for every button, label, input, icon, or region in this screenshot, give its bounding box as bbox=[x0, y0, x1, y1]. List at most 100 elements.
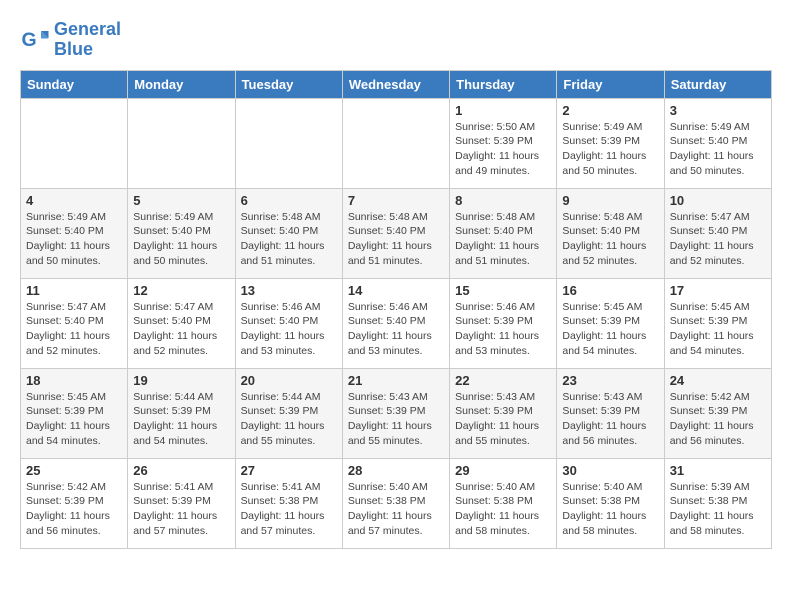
calendar-cell: 6 Sunrise: 5:48 AM Sunset: 5:40 PM Daylig… bbox=[235, 188, 342, 278]
day-number: 30 bbox=[562, 463, 658, 478]
calendar-cell: 26 Sunrise: 5:41 AM Sunset: 5:39 PM Dayli… bbox=[128, 458, 235, 548]
day-number: 21 bbox=[348, 373, 444, 388]
day-info: Sunrise: 5:48 AM Sunset: 5:40 PM Dayligh… bbox=[562, 210, 658, 269]
calendar-cell: 27Sunrise: 5:41 AM Sunset: 5:38 PM Dayli… bbox=[235, 458, 342, 548]
calendar-cell: 3 Sunrise: 5:49 AM Sunset: 5:40 PM Daylig… bbox=[664, 98, 771, 188]
day-info: Sunrise: 5:48 AM Sunset: 5:40 PM Dayligh… bbox=[241, 210, 337, 269]
weekday-header-thursday: Thursday bbox=[450, 70, 557, 98]
day-info: Sunrise: 5:45 AM Sunset: 5:39 PM Dayligh… bbox=[670, 300, 766, 359]
svg-text:G: G bbox=[22, 29, 37, 51]
calendar-week-row: 1 Sunrise: 5:50 AM Sunset: 5:39 PM Daylig… bbox=[21, 98, 772, 188]
day-info: Sunrise: 5:44 AM Sunset: 5:39 PM Dayligh… bbox=[133, 390, 229, 449]
day-number: 9 bbox=[562, 193, 658, 208]
calendar-cell: 13 Sunrise: 5:46 AM Sunset: 5:40 PM Dayli… bbox=[235, 278, 342, 368]
weekday-header-row: SundayMondayTuesdayWednesdayThursdayFrid… bbox=[21, 70, 772, 98]
calendar-cell: 2Sunrise: 5:49 AM Sunset: 5:39 PM Daylig… bbox=[557, 98, 664, 188]
logo-text: General Blue bbox=[54, 20, 121, 60]
calendar-cell: 20Sunrise: 5:44 AM Sunset: 5:39 PM Dayli… bbox=[235, 368, 342, 458]
day-number: 10 bbox=[670, 193, 766, 208]
logo: G General Blue bbox=[20, 20, 121, 60]
day-info: Sunrise: 5:49 AM Sunset: 5:40 PM Dayligh… bbox=[670, 120, 766, 179]
day-number: 19 bbox=[133, 373, 229, 388]
day-info: Sunrise: 5:49 AM Sunset: 5:40 PM Dayligh… bbox=[26, 210, 122, 269]
day-number: 28 bbox=[348, 463, 444, 478]
day-info: Sunrise: 5:42 AM Sunset: 5:39 PM Dayligh… bbox=[670, 390, 766, 449]
day-info: Sunrise: 5:49 AM Sunset: 5:40 PM Dayligh… bbox=[133, 210, 229, 269]
calendar-cell: 30Sunrise: 5:40 AM Sunset: 5:38 PM Dayli… bbox=[557, 458, 664, 548]
day-number: 20 bbox=[241, 373, 337, 388]
day-info: Sunrise: 5:50 AM Sunset: 5:39 PM Dayligh… bbox=[455, 120, 551, 179]
calendar-cell: 29Sunrise: 5:40 AM Sunset: 5:38 PM Dayli… bbox=[450, 458, 557, 548]
day-number: 3 bbox=[670, 103, 766, 118]
calendar-cell: 25 Sunrise: 5:42 AM Sunset: 5:39 PM Dayli… bbox=[21, 458, 128, 548]
day-number: 18 bbox=[26, 373, 122, 388]
calendar-cell: 1 Sunrise: 5:50 AM Sunset: 5:39 PM Daylig… bbox=[450, 98, 557, 188]
day-info: Sunrise: 5:42 AM Sunset: 5:39 PM Dayligh… bbox=[26, 480, 122, 539]
day-number: 7 bbox=[348, 193, 444, 208]
day-info: Sunrise: 5:45 AM Sunset: 5:39 PM Dayligh… bbox=[562, 300, 658, 359]
calendar-cell: 5Sunrise: 5:49 AM Sunset: 5:40 PM Daylig… bbox=[128, 188, 235, 278]
calendar-cell: 8 Sunrise: 5:48 AM Sunset: 5:40 PM Daylig… bbox=[450, 188, 557, 278]
day-number: 12 bbox=[133, 283, 229, 298]
calendar-cell bbox=[21, 98, 128, 188]
calendar-cell: 16 Sunrise: 5:45 AM Sunset: 5:39 PM Dayli… bbox=[557, 278, 664, 368]
calendar-week-row: 18 Sunrise: 5:45 AM Sunset: 5:39 PM Dayli… bbox=[21, 368, 772, 458]
day-info: Sunrise: 5:46 AM Sunset: 5:39 PM Dayligh… bbox=[455, 300, 551, 359]
day-number: 26 bbox=[133, 463, 229, 478]
day-number: 2 bbox=[562, 103, 658, 118]
weekday-header-monday: Monday bbox=[128, 70, 235, 98]
day-info: Sunrise: 5:47 AM Sunset: 5:40 PM Dayligh… bbox=[670, 210, 766, 269]
day-info: Sunrise: 5:48 AM Sunset: 5:40 PM Dayligh… bbox=[455, 210, 551, 269]
day-number: 14 bbox=[348, 283, 444, 298]
day-number: 13 bbox=[241, 283, 337, 298]
day-info: Sunrise: 5:41 AM Sunset: 5:38 PM Dayligh… bbox=[241, 480, 337, 539]
calendar-cell bbox=[235, 98, 342, 188]
day-info: Sunrise: 5:46 AM Sunset: 5:40 PM Dayligh… bbox=[348, 300, 444, 359]
weekday-header-saturday: Saturday bbox=[664, 70, 771, 98]
day-number: 17 bbox=[670, 283, 766, 298]
day-number: 6 bbox=[241, 193, 337, 208]
calendar-cell: 7Sunrise: 5:48 AM Sunset: 5:40 PM Daylig… bbox=[342, 188, 449, 278]
calendar-cell: 12Sunrise: 5:47 AM Sunset: 5:40 PM Dayli… bbox=[128, 278, 235, 368]
day-info: Sunrise: 5:45 AM Sunset: 5:39 PM Dayligh… bbox=[26, 390, 122, 449]
calendar-cell: 19 Sunrise: 5:44 AM Sunset: 5:39 PM Dayli… bbox=[128, 368, 235, 458]
day-number: 15 bbox=[455, 283, 551, 298]
page-header: G General Blue bbox=[20, 20, 772, 60]
day-number: 16 bbox=[562, 283, 658, 298]
weekday-header-friday: Friday bbox=[557, 70, 664, 98]
calendar-week-row: 4Sunrise: 5:49 AM Sunset: 5:40 PM Daylig… bbox=[21, 188, 772, 278]
calendar-cell bbox=[128, 98, 235, 188]
weekday-header-tuesday: Tuesday bbox=[235, 70, 342, 98]
calendar-cell: 18 Sunrise: 5:45 AM Sunset: 5:39 PM Dayli… bbox=[21, 368, 128, 458]
calendar-cell: 23 Sunrise: 5:43 AM Sunset: 5:39 PM Dayli… bbox=[557, 368, 664, 458]
logo-icon: G bbox=[20, 25, 50, 55]
day-info: Sunrise: 5:43 AM Sunset: 5:39 PM Dayligh… bbox=[455, 390, 551, 449]
day-number: 22 bbox=[455, 373, 551, 388]
day-number: 8 bbox=[455, 193, 551, 208]
day-info: Sunrise: 5:47 AM Sunset: 5:40 PM Dayligh… bbox=[26, 300, 122, 359]
day-info: Sunrise: 5:41 AM Sunset: 5:39 PM Dayligh… bbox=[133, 480, 229, 539]
day-number: 11 bbox=[26, 283, 122, 298]
weekday-header-sunday: Sunday bbox=[21, 70, 128, 98]
day-info: Sunrise: 5:40 AM Sunset: 5:38 PM Dayligh… bbox=[348, 480, 444, 539]
day-number: 1 bbox=[455, 103, 551, 118]
day-number: 23 bbox=[562, 373, 658, 388]
calendar-cell: 21 Sunrise: 5:43 AM Sunset: 5:39 PM Dayli… bbox=[342, 368, 449, 458]
day-number: 24 bbox=[670, 373, 766, 388]
day-info: Sunrise: 5:46 AM Sunset: 5:40 PM Dayligh… bbox=[241, 300, 337, 359]
calendar-cell: 10 Sunrise: 5:47 AM Sunset: 5:40 PM Dayli… bbox=[664, 188, 771, 278]
calendar-cell: 11 Sunrise: 5:47 AM Sunset: 5:40 PM Dayli… bbox=[21, 278, 128, 368]
calendar-cell: 14 Sunrise: 5:46 AM Sunset: 5:40 PM Dayli… bbox=[342, 278, 449, 368]
calendar-cell: 17 Sunrise: 5:45 AM Sunset: 5:39 PM Dayli… bbox=[664, 278, 771, 368]
calendar-cell: 15 Sunrise: 5:46 AM Sunset: 5:39 PM Dayli… bbox=[450, 278, 557, 368]
day-info: Sunrise: 5:39 AM Sunset: 5:38 PM Dayligh… bbox=[670, 480, 766, 539]
calendar-cell: 28 Sunrise: 5:40 AM Sunset: 5:38 PM Dayli… bbox=[342, 458, 449, 548]
calendar-cell: 31Sunrise: 5:39 AM Sunset: 5:38 PM Dayli… bbox=[664, 458, 771, 548]
calendar-table: SundayMondayTuesdayWednesdayThursdayFrid… bbox=[20, 70, 772, 549]
day-number: 25 bbox=[26, 463, 122, 478]
day-info: Sunrise: 5:43 AM Sunset: 5:39 PM Dayligh… bbox=[348, 390, 444, 449]
day-info: Sunrise: 5:43 AM Sunset: 5:39 PM Dayligh… bbox=[562, 390, 658, 449]
weekday-header-wednesday: Wednesday bbox=[342, 70, 449, 98]
calendar-cell bbox=[342, 98, 449, 188]
day-number: 29 bbox=[455, 463, 551, 478]
